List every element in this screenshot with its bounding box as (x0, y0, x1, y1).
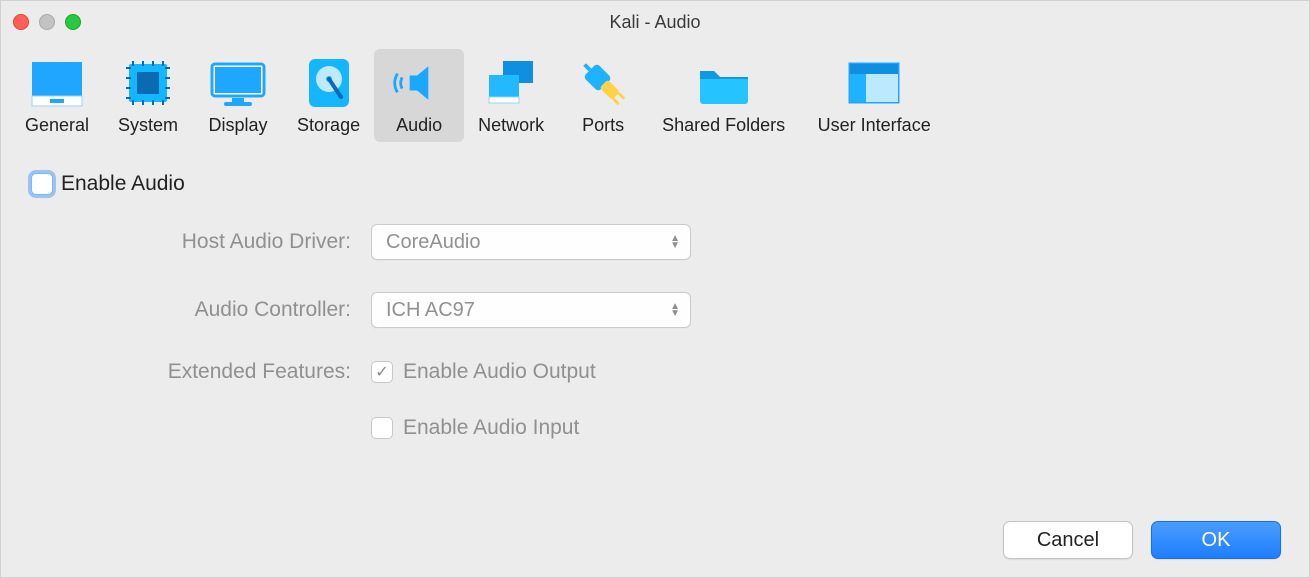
tab-storage[interactable]: Storage (283, 49, 374, 142)
settings-toolbar: General System (1, 43, 1309, 148)
minimize-window-button[interactable] (39, 14, 55, 30)
checkmark-icon: ✓ (375, 362, 388, 382)
audio-controller-select[interactable]: ICH AC97 ▲▼ (371, 292, 691, 328)
tab-user-interface[interactable]: User Interface (799, 49, 949, 142)
enable-audio-checkbox[interactable] (31, 173, 53, 195)
tab-label: Network (478, 115, 544, 136)
ports-icon (575, 55, 631, 111)
window-controls (13, 14, 81, 30)
system-icon (120, 55, 176, 111)
tab-label: General (25, 115, 89, 136)
chevron-updown-icon: ▲▼ (670, 235, 680, 249)
tab-label: System (118, 115, 178, 136)
ok-button[interactable]: OK (1151, 521, 1281, 559)
display-icon (210, 55, 266, 111)
cancel-button[interactable]: Cancel (1003, 521, 1133, 559)
extended-features-label: Extended Features: (31, 360, 351, 384)
tab-shared-folders[interactable]: Shared Folders (648, 49, 799, 142)
tab-label: Ports (582, 115, 624, 136)
close-window-button[interactable] (13, 14, 29, 30)
audio-controller-label: Audio Controller: (31, 298, 351, 322)
enable-audio-input-checkbox[interactable] (371, 417, 393, 439)
host-audio-driver-label: Host Audio Driver: (31, 230, 351, 254)
storage-icon (301, 55, 357, 111)
tab-display[interactable]: Display (193, 49, 283, 142)
tab-audio[interactable]: Audio (374, 49, 464, 142)
chevron-updown-icon: ▲▼ (670, 303, 680, 317)
enable-audio-input-label: Enable Audio Input (403, 416, 579, 440)
tab-label: Audio (396, 115, 442, 136)
titlebar: Kali - Audio (1, 1, 1309, 43)
dialog-buttons: Cancel OK (1003, 521, 1281, 559)
audio-controller-value: ICH AC97 (386, 299, 475, 322)
host-audio-driver-select[interactable]: CoreAudio ▲▼ (371, 224, 691, 260)
tab-label: User Interface (818, 115, 931, 136)
general-icon (29, 55, 85, 111)
host-audio-driver-value: CoreAudio (386, 231, 481, 254)
enable-audio-output-label: Enable Audio Output (403, 360, 596, 384)
tab-label: Shared Folders (662, 115, 785, 136)
tab-ports[interactable]: Ports (558, 49, 648, 142)
tab-label: Display (209, 115, 268, 136)
audio-settings-pane: Enable Audio Host Audio Driver: CoreAudi… (1, 148, 1309, 577)
settings-window: Kali - Audio General (0, 0, 1310, 578)
enable-audio-output-checkbox[interactable]: ✓ (371, 361, 393, 383)
tab-label: Storage (297, 115, 360, 136)
enable-audio-label: Enable Audio (61, 172, 185, 196)
window-title: Kali - Audio (1, 12, 1309, 33)
folder-icon (696, 55, 752, 111)
user-interface-icon (846, 55, 902, 111)
network-icon (483, 55, 539, 111)
zoom-window-button[interactable] (65, 14, 81, 30)
tab-network[interactable]: Network (464, 49, 558, 142)
audio-icon (391, 55, 447, 111)
tab-system[interactable]: System (103, 49, 193, 142)
tab-general[interactable]: General (11, 49, 103, 142)
